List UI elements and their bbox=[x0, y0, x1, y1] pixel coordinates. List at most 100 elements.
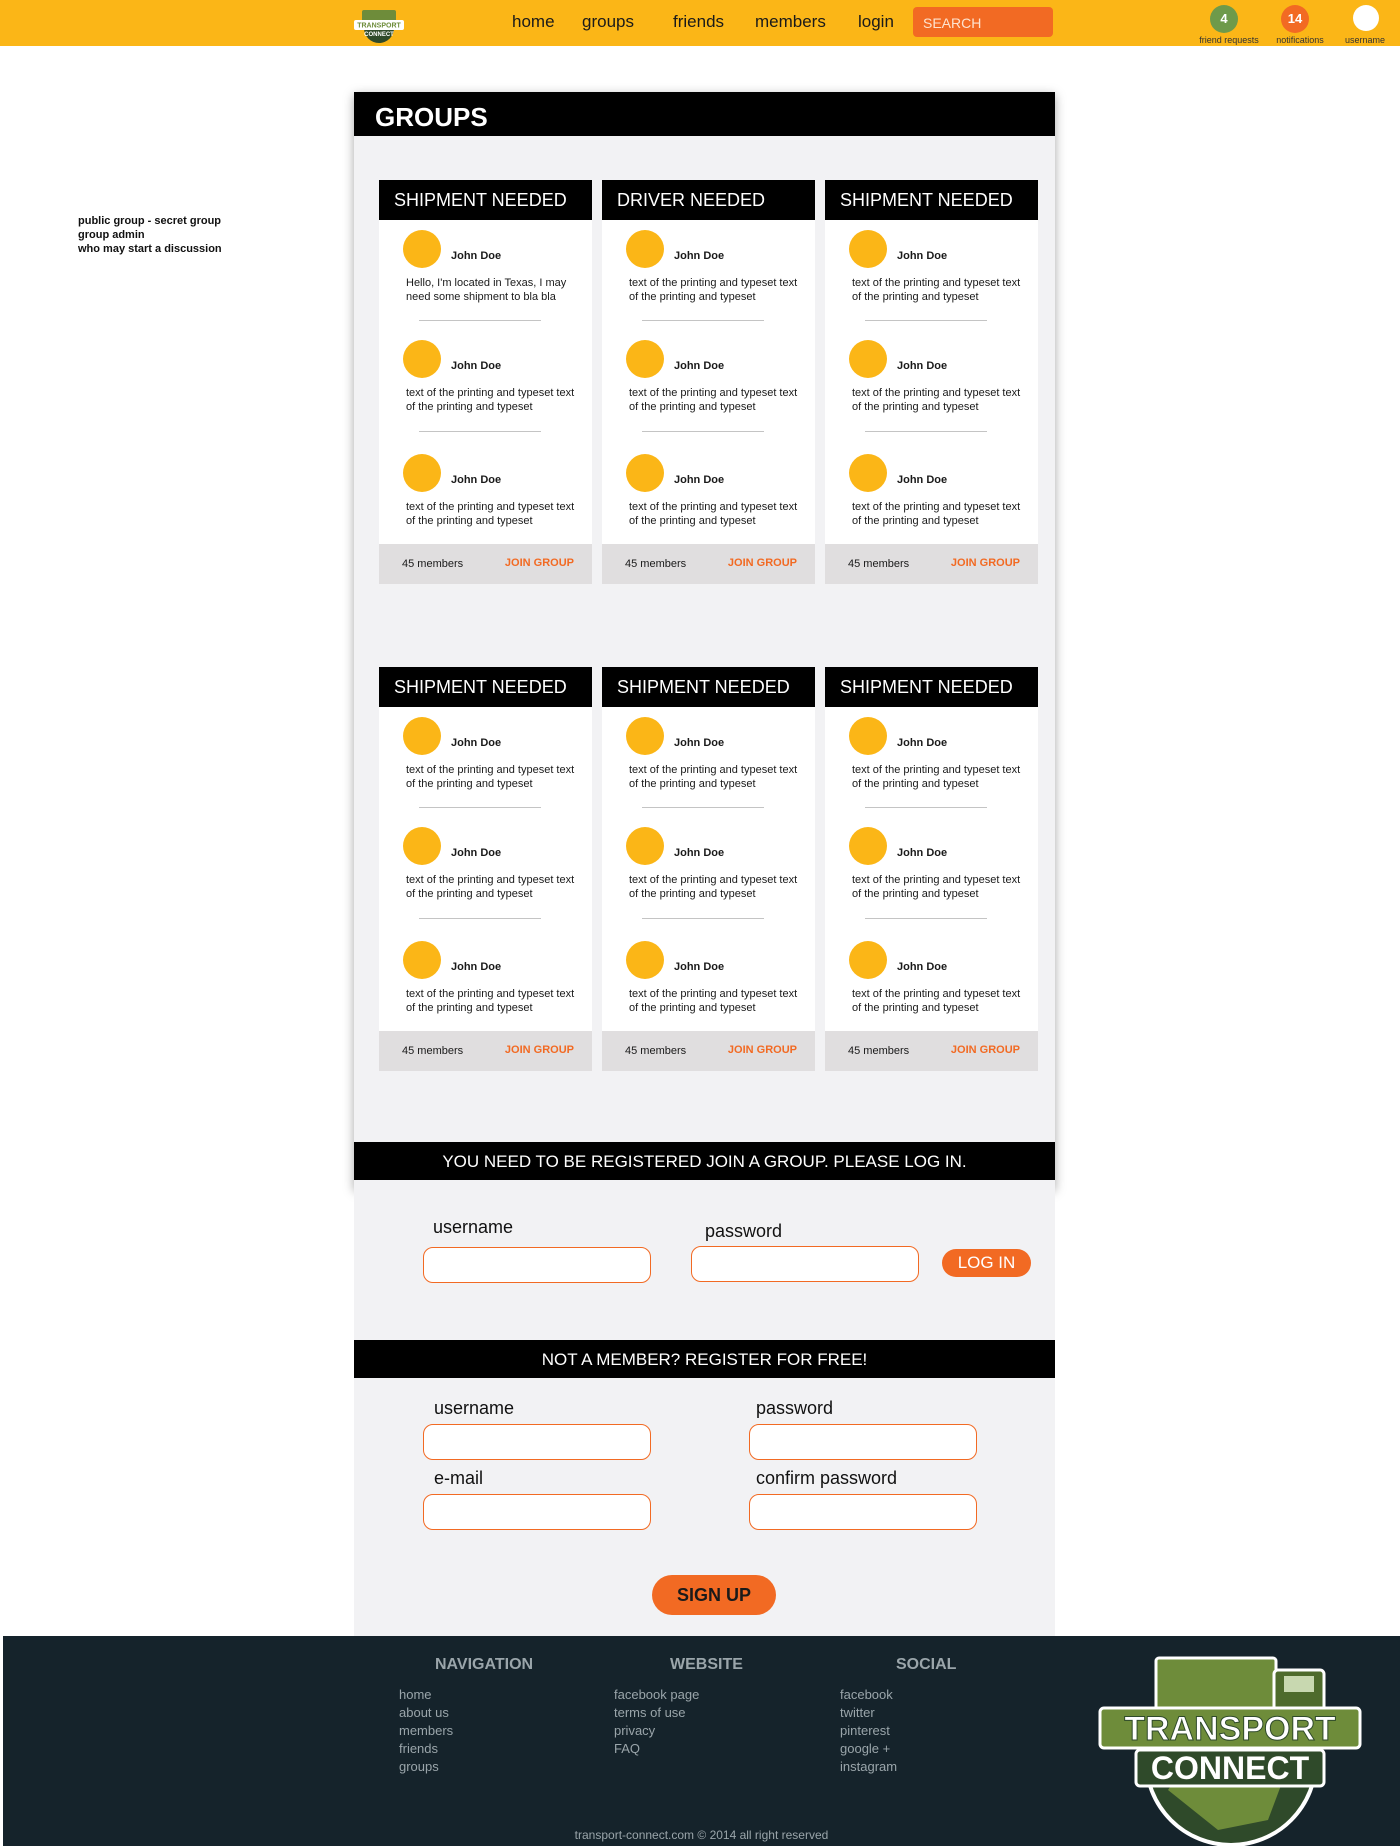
register-password-input[interactable] bbox=[749, 1424, 977, 1460]
side-note: public group - secret group group admin … bbox=[78, 214, 222, 256]
post-avatar[interactable] bbox=[626, 454, 664, 492]
post-divider bbox=[419, 807, 541, 808]
join-group-button[interactable]: JOIN GROUP bbox=[505, 1044, 574, 1056]
user-avatar[interactable] bbox=[1353, 5, 1379, 31]
post-text: Hello, I'm located in Texas, I may need … bbox=[406, 277, 567, 303]
post-divider bbox=[865, 431, 987, 432]
group-card-title: SHIPMENT NEEDED bbox=[825, 667, 1038, 707]
transport-connect-logo-small[interactable]: TRANSPORT CONNECT bbox=[352, 6, 406, 44]
register-username-input[interactable] bbox=[423, 1424, 651, 1460]
post-author[interactable]: John Doe bbox=[451, 250, 501, 262]
footer-link-faq[interactable]: FAQ bbox=[614, 1741, 640, 1756]
register-banner: NOT A MEMBER? REGISTER FOR FREE! bbox=[354, 1340, 1055, 1380]
post-avatar[interactable] bbox=[403, 827, 441, 865]
register-email-input[interactable] bbox=[423, 1494, 651, 1530]
post-avatar[interactable] bbox=[849, 717, 887, 755]
post-author[interactable]: John Doe bbox=[451, 474, 501, 486]
footer-link-about-us[interactable]: about us bbox=[399, 1705, 449, 1720]
post-avatar[interactable] bbox=[403, 230, 441, 268]
post-divider bbox=[865, 807, 987, 808]
post-author[interactable]: John Doe bbox=[897, 474, 947, 486]
post-author[interactable]: John Doe bbox=[897, 961, 947, 973]
footer-social-title: SOCIAL bbox=[896, 1656, 957, 1673]
post-text: text of the printing and typeset text of… bbox=[852, 277, 1021, 303]
group-card-footer: 45 members JOIN GROUP bbox=[602, 1031, 815, 1071]
post-avatar[interactable] bbox=[626, 941, 664, 979]
group-card: SHIPMENT NEEDED John Doe Hello, I'm locate… bbox=[379, 180, 592, 584]
footer-link-groups[interactable]: groups bbox=[399, 1759, 439, 1774]
post-avatar[interactable] bbox=[403, 717, 441, 755]
logo-text-transport: TRANSPORT bbox=[1124, 1710, 1336, 1748]
post-author[interactable]: John Doe bbox=[674, 847, 724, 859]
transport-connect-logo[interactable]: TRANSPORT CONNECT bbox=[1098, 1640, 1363, 1846]
post-avatar[interactable] bbox=[626, 340, 664, 378]
friend-requests-badge[interactable]: 4 bbox=[1210, 5, 1238, 33]
footer-link-twitter[interactable]: twitter bbox=[840, 1705, 875, 1720]
join-group-button[interactable]: JOIN GROUP bbox=[951, 1044, 1020, 1056]
post-text: text of the printing and typeset text of… bbox=[406, 988, 575, 1014]
member-count: 45 members bbox=[402, 558, 464, 570]
group-card-title: SHIPMENT NEEDED bbox=[379, 667, 592, 707]
post-author[interactable]: John Doe bbox=[897, 847, 947, 859]
post-text: text of the printing and typeset text of… bbox=[629, 387, 798, 413]
post-author[interactable]: John Doe bbox=[674, 250, 724, 262]
footer-link-instagram[interactable]: instagram bbox=[840, 1759, 897, 1774]
footer-link-home[interactable]: home bbox=[399, 1687, 432, 1702]
join-group-button[interactable]: JOIN GROUP bbox=[505, 557, 574, 569]
post-text: text of the printing and typeset text of… bbox=[629, 501, 798, 527]
footer-link-pinterest[interactable]: pinterest bbox=[840, 1723, 890, 1738]
post-avatar[interactable] bbox=[403, 454, 441, 492]
post-author[interactable]: John Doe bbox=[897, 360, 947, 372]
post-text: text of the printing and typeset text of… bbox=[406, 874, 575, 900]
post-avatar[interactable] bbox=[849, 941, 887, 979]
footer-link-members[interactable]: members bbox=[399, 1723, 453, 1738]
nav-members[interactable]: members bbox=[755, 12, 826, 32]
post-avatar[interactable] bbox=[849, 340, 887, 378]
post-avatar[interactable] bbox=[626, 717, 664, 755]
post-author[interactable]: John Doe bbox=[674, 737, 724, 749]
logo-text-connect: CONNECT bbox=[1151, 1750, 1310, 1786]
footer-link-facebook-page[interactable]: facebook page bbox=[614, 1687, 699, 1702]
search-input[interactable]: SEARCH bbox=[913, 7, 1053, 37]
post-author[interactable]: John Doe bbox=[674, 360, 724, 372]
login-button[interactable]: LOG IN bbox=[942, 1249, 1031, 1277]
footer-link-facebook[interactable]: facebook bbox=[840, 1687, 893, 1702]
post-avatar[interactable] bbox=[849, 454, 887, 492]
login-required-banner: YOU NEED TO BE REGISTERED JOIN A GROUP. … bbox=[354, 1142, 1055, 1182]
post-author[interactable]: John Doe bbox=[451, 847, 501, 859]
login-username-input[interactable] bbox=[423, 1247, 651, 1283]
join-group-button[interactable]: JOIN GROUP bbox=[728, 1044, 797, 1056]
footer-link-google-plus[interactable]: google + bbox=[840, 1741, 890, 1756]
nav-groups[interactable]: groups bbox=[582, 12, 634, 32]
post-avatar[interactable] bbox=[849, 230, 887, 268]
post-avatar[interactable] bbox=[849, 827, 887, 865]
group-card-title: SHIPMENT NEEDED bbox=[825, 180, 1038, 220]
footer-link-terms[interactable]: terms of use bbox=[614, 1705, 686, 1720]
group-card-title: SHIPMENT NEEDED bbox=[602, 667, 815, 707]
top-nav-bar: TRANSPORT CONNECT home groups friends me… bbox=[0, 0, 1400, 46]
post-author[interactable]: John Doe bbox=[451, 360, 501, 372]
register-confirm-password-input[interactable] bbox=[749, 1494, 977, 1530]
footer-link-friends[interactable]: friends bbox=[399, 1741, 438, 1756]
post-avatar[interactable] bbox=[403, 340, 441, 378]
sign-up-button[interactable]: SIGN UP bbox=[652, 1575, 776, 1615]
post-avatar[interactable] bbox=[626, 230, 664, 268]
post-author[interactable]: John Doe bbox=[897, 737, 947, 749]
post-author[interactable]: John Doe bbox=[451, 737, 501, 749]
nav-home[interactable]: home bbox=[512, 12, 555, 32]
join-group-button[interactable]: JOIN GROUP bbox=[951, 557, 1020, 569]
post-avatar[interactable] bbox=[626, 827, 664, 865]
post-avatar[interactable] bbox=[403, 941, 441, 979]
post-divider bbox=[642, 918, 764, 919]
login-password-input[interactable] bbox=[691, 1246, 919, 1282]
post-text: text of the printing and typeset text of… bbox=[406, 764, 575, 790]
footer-link-privacy[interactable]: privacy bbox=[614, 1723, 655, 1738]
post-author[interactable]: John Doe bbox=[674, 961, 724, 973]
join-group-button[interactable]: JOIN GROUP bbox=[728, 557, 797, 569]
nav-friends[interactable]: friends bbox=[673, 12, 724, 32]
post-author[interactable]: John Doe bbox=[451, 961, 501, 973]
post-author[interactable]: John Doe bbox=[674, 474, 724, 486]
post-author[interactable]: John Doe bbox=[897, 250, 947, 262]
notifications-badge[interactable]: 14 bbox=[1281, 5, 1309, 33]
nav-login[interactable]: login bbox=[858, 12, 894, 32]
